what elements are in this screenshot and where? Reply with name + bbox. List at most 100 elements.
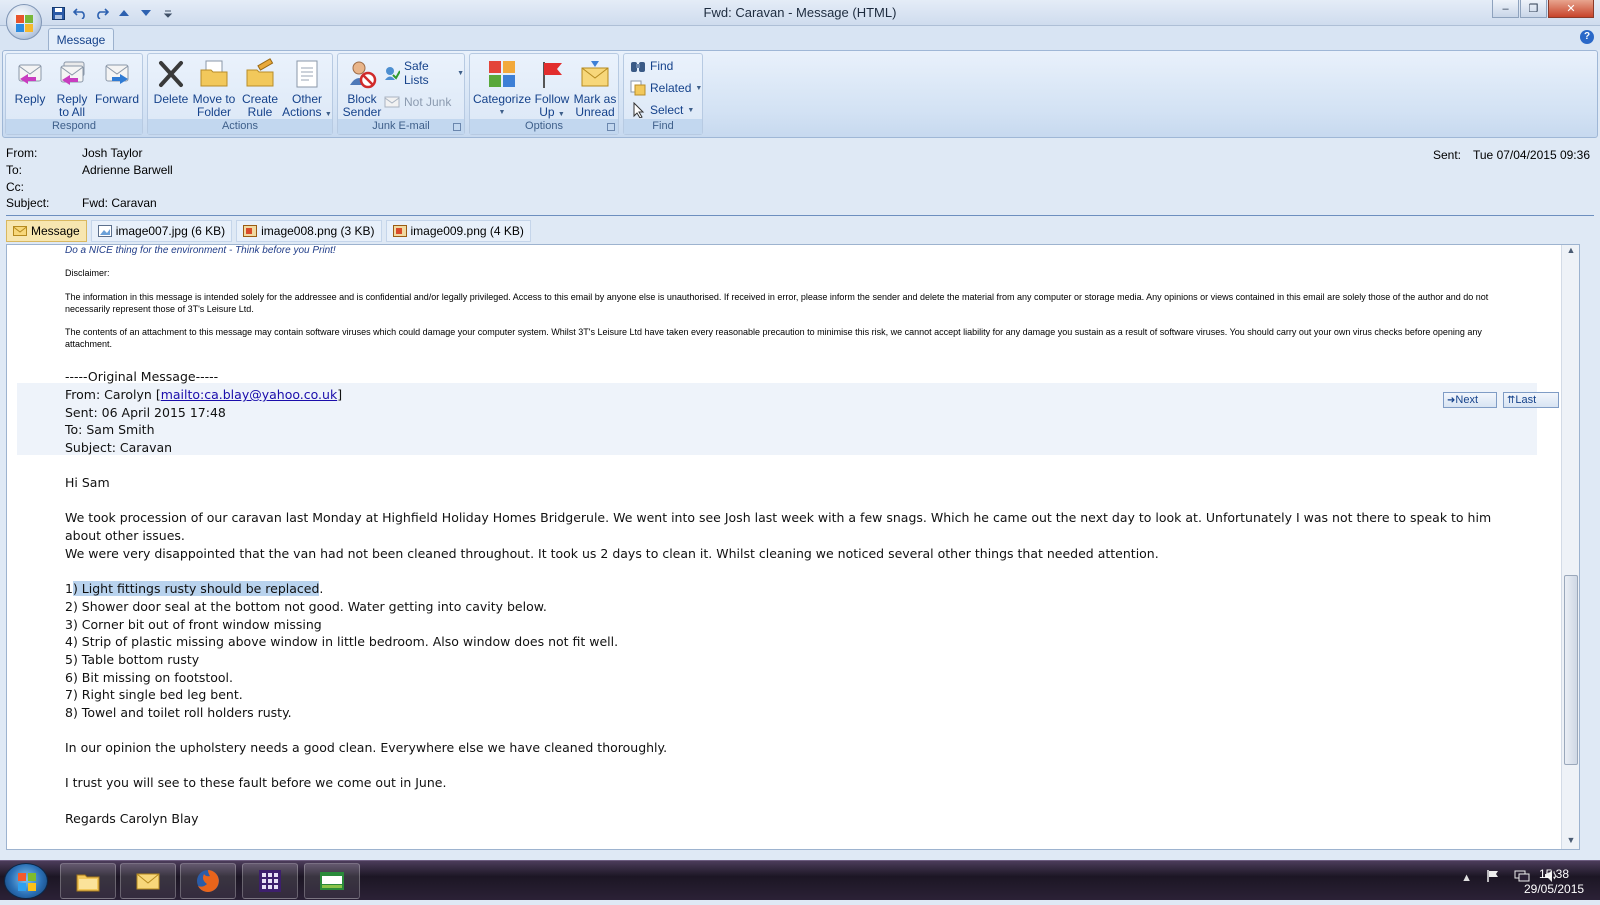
close-button[interactable]: ✕ — [1548, 0, 1594, 18]
from-value[interactable]: Josh Taylor — [82, 146, 142, 162]
find-group: Find Related ▼ Select ▼ Find — [623, 53, 703, 135]
reply-all-icon — [56, 58, 88, 90]
list-item: 2) Shower door seal at the bottom not go… — [65, 599, 547, 614]
attachment-bar: Message image007.jpg (6 KB) image008.png… — [6, 220, 531, 242]
mark-as-unread-icon — [579, 58, 611, 90]
find-button[interactable]: Find — [630, 56, 673, 76]
list-item: 5) Table bottom rusty — [65, 652, 200, 667]
next-arrow-icon: ➜ — [1447, 394, 1456, 406]
scroll-up-icon[interactable]: ▲ — [1562, 245, 1579, 259]
window-title: Fwd: Caravan - Message (HTML) — [703, 5, 897, 20]
paragraph-4: I trust you will see to these fault befo… — [65, 775, 447, 790]
block-sender-button[interactable]: Block Sender — [340, 58, 384, 119]
other-actions-button[interactable]: Other Actions ▼ — [282, 58, 332, 121]
next-message-button[interactable]: ➜ Next — [1443, 392, 1497, 408]
last-arrow-icon: ⇈ — [1507, 394, 1516, 406]
action-center-flag-icon[interactable] — [1486, 869, 1500, 886]
respond-group-label: Respond — [6, 119, 142, 134]
attachment-image009[interactable]: image009.png (4 KB) — [385, 220, 531, 242]
png-file-icon — [392, 225, 407, 237]
disclaimer-paragraph-2: The contents of an attachment to this me… — [65, 327, 1482, 349]
to-row: To: Adrienne Barwell — [6, 163, 173, 179]
actions-group: Delete Move to Folder ▼ Create Rule Othe… — [147, 53, 333, 135]
taskbar-sage[interactable] — [304, 863, 360, 899]
mailto-link[interactable]: mailto:ca.blay@yahoo.co.uk — [161, 387, 337, 402]
office-button[interactable] — [6, 4, 42, 40]
office-logo-green — [25, 15, 33, 23]
from-row: From: Josh Taylor — [6, 146, 142, 162]
title-bar: Fwd: Caravan - Message (HTML) – ❐ ✕ — [0, 0, 1600, 40]
safe-lists-icon — [384, 65, 401, 81]
list-item: 4) Strip of plastic missing above window… — [65, 634, 619, 649]
office-logo-yellow — [25, 24, 33, 32]
png-file-icon — [243, 225, 258, 237]
not-junk-icon — [384, 94, 400, 110]
system-clock[interactable]: 15:38 29/05/2015 — [1524, 867, 1584, 897]
sage-icon — [319, 868, 345, 894]
categorize-button[interactable]: Categorize ▼ — [472, 58, 532, 119]
options-dialog-launcher[interactable] — [607, 123, 615, 131]
list-item: 8) Towel and toilet roll holders rusty. — [65, 705, 292, 720]
find-group-label: Find — [624, 119, 702, 134]
message-body[interactable]: Do a NICE thing for the environment - Th… — [6, 244, 1580, 850]
taskbar-firefox[interactable] — [180, 863, 236, 899]
forward-button[interactable]: Forward — [94, 58, 140, 106]
list-item: 6) Bit missing on footstool. — [65, 670, 233, 685]
subject-label: Subject: — [6, 196, 50, 210]
mark-as-unread-button[interactable]: Mark as Unread — [572, 58, 618, 119]
taskbar-calculator[interactable] — [242, 863, 298, 899]
vertical-scrollbar[interactable]: ▲ ▼ — [1561, 245, 1579, 849]
create-rule-button[interactable]: Create Rule — [240, 58, 280, 119]
scroll-down-icon[interactable]: ▼ — [1562, 835, 1579, 849]
attachment-image007[interactable]: image007.jpg (6 KB) — [90, 220, 233, 242]
firefox-icon — [195, 868, 221, 894]
related-icon — [630, 80, 646, 96]
help-icon[interactable]: ? — [1580, 30, 1594, 44]
other-actions-icon — [291, 58, 323, 90]
attachment-image008[interactable]: image008.png (3 KB) — [236, 220, 382, 242]
selected-text[interactable]: ) Light fittings rusty should be replace… — [72, 581, 320, 596]
follow-up-button[interactable]: Follow Up ▼ — [534, 58, 570, 121]
last-message-button[interactable]: ⇈ Last — [1503, 392, 1559, 408]
reply-button[interactable]: Reply — [12, 58, 48, 106]
tab-message[interactable]: Message — [48, 28, 114, 50]
to-label: To: — [6, 163, 23, 177]
restore-button[interactable]: ❐ — [1520, 0, 1547, 18]
cursor-icon — [630, 101, 646, 119]
clock-date: 29/05/2015 — [1524, 882, 1585, 896]
attachment-message[interactable]: Message — [6, 220, 87, 242]
junk-email-dialog-launcher[interactable] — [453, 123, 461, 131]
not-junk-button[interactable]: Not Junk — [384, 92, 451, 112]
taskbar-explorer[interactable] — [60, 863, 116, 899]
signature: Regards Carolyn Blay — [65, 811, 199, 826]
cc-label: Cc: — [6, 180, 24, 194]
ribbon-tab-row: Message ? — [0, 26, 1600, 50]
taskbar-outlook[interactable] — [120, 863, 176, 899]
reply-icon — [14, 58, 46, 90]
move-to-folder-icon — [198, 58, 230, 90]
cc-row: Cc: — [6, 180, 82, 196]
image-file-icon — [97, 225, 112, 237]
reply-all-button[interactable]: Reply to All — [52, 58, 92, 119]
delete-button[interactable]: Delete — [152, 58, 190, 106]
safe-lists-button[interactable]: Safe Lists ▼ — [384, 59, 464, 87]
start-button[interactable] — [4, 863, 48, 899]
disclaimer-paragraph-1: The information in this message is inten… — [65, 292, 1489, 314]
minimize-button[interactable]: – — [1492, 0, 1519, 18]
original-sent-line: Sent: 06 April 2015 17:48 — [65, 405, 226, 420]
eco-note: Do a NICE thing for the environment - Th… — [65, 245, 336, 256]
original-message-marker: -----Original Message----- — [65, 369, 219, 384]
paragraph-3: In our opinion the upholstery needs a go… — [65, 740, 668, 755]
to-value[interactable]: Adrienne Barwell — [82, 163, 173, 179]
scroll-thumb[interactable] — [1564, 575, 1578, 765]
delete-icon — [155, 58, 187, 90]
related-button[interactable]: Related ▼ — [630, 78, 702, 98]
greeting: Hi Sam — [65, 475, 110, 490]
envelope-icon — [13, 225, 27, 237]
binoculars-icon — [630, 58, 646, 74]
original-from-line: From: Carolyn [mailto:ca.blay@yahoo.co.u… — [65, 387, 343, 402]
calculator-app-icon — [257, 868, 283, 894]
select-button[interactable]: Select ▼ — [630, 100, 694, 120]
show-hidden-icons-icon[interactable]: ▲ — [1461, 872, 1472, 884]
outlook-icon — [135, 868, 161, 894]
